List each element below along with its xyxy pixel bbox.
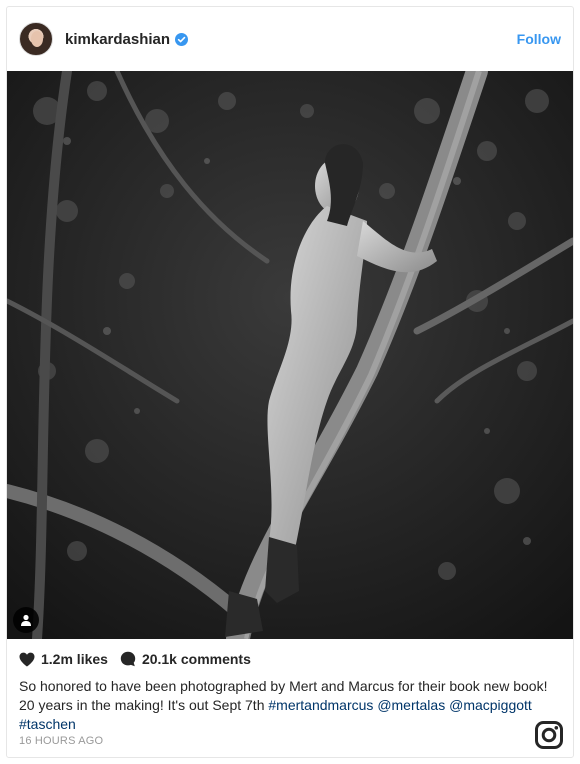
likes-count[interactable]: 1.2m likes	[41, 651, 108, 667]
user-tag-icon[interactable]	[13, 607, 39, 633]
mention-macpiggott[interactable]: @macpiggott	[449, 697, 532, 713]
comments-count[interactable]: 20.1k comments	[142, 651, 251, 667]
post-timestamp[interactable]: 16 HOURS AGO	[19, 735, 103, 747]
username-wrap: kimkardashian	[65, 31, 189, 48]
photo-illustration	[7, 71, 573, 639]
avatar-face	[31, 31, 43, 47]
hashtag-mertandmarcus[interactable]: #mertandmarcus	[268, 697, 373, 713]
comment-icon[interactable]	[120, 651, 136, 667]
post-caption: So honored to have been photographed by …	[19, 677, 559, 734]
post-photo[interactable]	[7, 71, 573, 639]
avatar[interactable]	[19, 22, 53, 56]
verified-badge-icon	[175, 32, 189, 46]
instagram-post-card: kimkardashian Follow 1.2m likes 20.1k co…	[6, 6, 574, 758]
post-header: kimkardashian Follow	[7, 7, 573, 71]
username[interactable]: kimkardashian	[65, 31, 170, 48]
instagram-logo-icon[interactable]	[535, 721, 563, 749]
follow-button[interactable]: Follow	[517, 31, 561, 47]
heart-icon[interactable]	[19, 651, 35, 667]
post-actions: 1.2m likes 20.1k comments	[19, 651, 251, 667]
hashtag-taschen[interactable]: #taschen	[19, 716, 76, 732]
mention-mertalas[interactable]: @mertalas	[377, 697, 445, 713]
